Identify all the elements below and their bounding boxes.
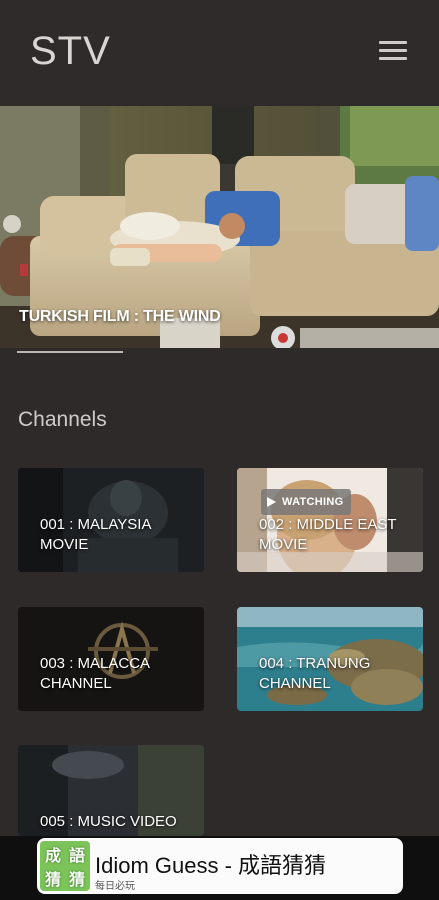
channel-card-005[interactable]: 005 : MUSIC VIDEO xyxy=(18,745,204,836)
channel-card-004[interactable]: 004 : TRANUNG CHANNEL xyxy=(237,607,423,711)
channel-label: 001 : MALAYSIA MOVIE xyxy=(40,516,151,553)
hero-banner[interactable]: TURKISH FILM : THE WIND xyxy=(0,106,439,348)
channel-card-003[interactable]: 003 : MALACCA CHANNEL xyxy=(18,607,204,711)
channel-card-001[interactable]: 001 : MALAYSIA MOVIE xyxy=(18,468,204,572)
channel-label: 003 : MALACCA CHANNEL xyxy=(40,655,150,692)
menu-button[interactable] xyxy=(379,37,409,63)
channels-heading: Channels xyxy=(18,408,107,431)
play-icon xyxy=(267,497,276,507)
app-title: STV xyxy=(30,29,111,73)
channel-card-002[interactable]: WATCHING 002 : MIDDLE EAST MOVIE xyxy=(237,468,423,572)
hero-title: TURKISH FILM : THE WIND xyxy=(19,308,221,325)
ad-banner: 成 語 猜 猜 Idiom Guess - 成語猜猜 每日必玩 xyxy=(0,836,439,900)
ad-title: Idiom Guess - 成語猜猜 xyxy=(95,853,327,878)
ad-subtitle: 每日必玩 xyxy=(95,881,135,892)
ad-content[interactable]: 成 語 猜 猜 Idiom Guess - 成語猜猜 每日必玩 xyxy=(37,838,403,894)
watching-badge: WATCHING xyxy=(261,489,352,515)
channel-label: 005 : MUSIC VIDEO xyxy=(40,813,177,830)
hero-page-indicator xyxy=(17,351,123,353)
app-bar: STV xyxy=(0,0,439,104)
channel-label: 004 : TRANUNG CHANNEL xyxy=(259,655,371,692)
ad-app-logo: 成 語 猜 猜 xyxy=(40,841,90,891)
channel-label: 002 : MIDDLE EAST MOVIE xyxy=(259,516,397,553)
hamburger-icon xyxy=(379,41,407,44)
